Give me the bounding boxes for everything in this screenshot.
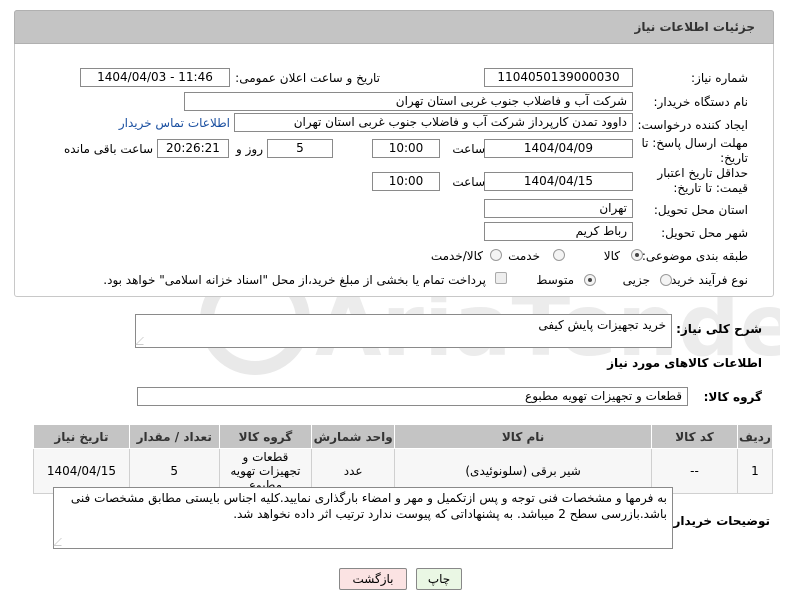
need-description-field: خرید تجهیزات پایش کیفی — [135, 314, 672, 348]
need-description-label: شرح کلی نیاز: — [676, 322, 762, 336]
city-label: شهر محل تحویل: — [661, 226, 748, 240]
category-radio-goods[interactable] — [631, 249, 643, 261]
process-option-medium: متوسط — [536, 273, 574, 287]
price-validity-time-field: 10:00 — [372, 172, 440, 191]
process-radio-minor[interactable] — [660, 274, 672, 286]
price-validity-date-field: 1404/04/15 — [484, 172, 633, 191]
resize-grip-icon — [135, 337, 151, 345]
category-label: طبقه بندی موضوعی: — [641, 249, 748, 263]
goods-group-field: قطعات و تجهیزات تهویه مطبوع — [137, 387, 688, 406]
price-validity-label: حداقل تاریخ اعتبار قیمت: تا تاریخ: — [657, 166, 748, 195]
category-radio-goods-service[interactable] — [490, 249, 502, 261]
panel-header: جزئیات اطلاعات نیاز — [14, 10, 774, 44]
col-group: گروه کالا — [218, 424, 313, 449]
payment-note: پرداخت تمام یا بخشی از مبلغ خرید،از محل … — [103, 273, 486, 287]
back-button[interactable]: بازگشت — [339, 568, 407, 590]
col-code: کد کالا — [651, 424, 738, 449]
resize-grip-icon — [53, 538, 69, 546]
category-option-goods-service: کالا/خدمت — [430, 249, 483, 263]
price-validity-time-label: ساعت — [452, 175, 485, 189]
process-radio-medium[interactable] — [584, 274, 596, 286]
buyer-org-label: نام دستگاه خریدار: — [653, 95, 749, 109]
buyer-org-field: شرکت آب و فاضلاب جنوب غربی استان تهران — [184, 92, 633, 111]
buyer-notes-text: به فرمها و مشخصات فنی توجه و پس ازتکمیل … — [70, 491, 667, 521]
goods-table: ردیف کد کالا نام کالا واحد شمارش گروه کا… — [33, 424, 774, 494]
city-field: رباط کریم — [484, 222, 633, 241]
buyer-notes-label: توضیحات خریدار: — [668, 514, 770, 528]
process-option-minor: جزیی — [622, 273, 650, 287]
need-number-field: 1104050139000030 — [484, 68, 633, 87]
need-description-text: خرید تجهیزات پایش کیفی — [538, 318, 666, 332]
process-label: نوع فرآیند خرید : — [663, 273, 748, 287]
goods-group-label: گروه کالا: — [703, 390, 762, 404]
province-field: تهران — [484, 199, 633, 218]
category-option-service: خدمت — [508, 249, 540, 263]
goods-info-title: اطلاعات کالاهای مورد نیاز — [607, 356, 762, 370]
creator-field: داوود تمدن کارپرداز شرکت آب و فاضلاب جنو… — [234, 113, 633, 132]
col-need-date: تاریخ نیاز — [33, 424, 130, 449]
announce-field: 1404/04/03 - 11:46 — [80, 68, 230, 87]
need-number-label: شماره نیاز: — [691, 71, 748, 85]
category-radio-service[interactable] — [553, 249, 565, 261]
panel-title: جزئیات اطلاعات نیاز — [634, 20, 755, 34]
buyer-contact-link[interactable]: اطلاعات تماس خریدار — [119, 116, 230, 130]
days-field: 5 — [267, 139, 333, 158]
goods-table-header: ردیف کد کالا نام کالا واحد شمارش گروه کا… — [33, 424, 774, 449]
creator-label: ایجاد کننده درخواست: — [637, 118, 748, 132]
buyer-notes-field: به فرمها و مشخصات فنی توجه و پس ازتکمیل … — [53, 487, 673, 549]
category-option-goods: کالا — [603, 249, 620, 263]
col-row: ردیف — [736, 424, 774, 449]
deadline-label: مهلت ارسال پاسخ: تا تاریخ: — [641, 136, 748, 165]
remaining-time-field: 20:26:21 — [157, 139, 229, 158]
print-button[interactable]: چاپ — [416, 568, 462, 590]
cell-row: 1 — [736, 448, 774, 494]
col-name: نام کالا — [394, 424, 653, 449]
deadline-date-field: 1404/04/09 — [484, 139, 633, 158]
remaining-label: ساعت باقی مانده — [63, 142, 153, 156]
col-unit: واحد شمارش — [311, 424, 396, 449]
days-label: روز و — [236, 142, 263, 156]
deadline-time-field: 10:00 — [372, 139, 440, 158]
announce-label: تاریخ و ساعت اعلان عمومی: — [235, 71, 380, 85]
col-quantity: تعداد / مقدار — [128, 424, 220, 449]
deadline-time-label: ساعت — [452, 142, 485, 156]
treasury-payment-checkbox[interactable] — [495, 272, 507, 284]
province-label: استان محل تحویل: — [653, 203, 748, 217]
